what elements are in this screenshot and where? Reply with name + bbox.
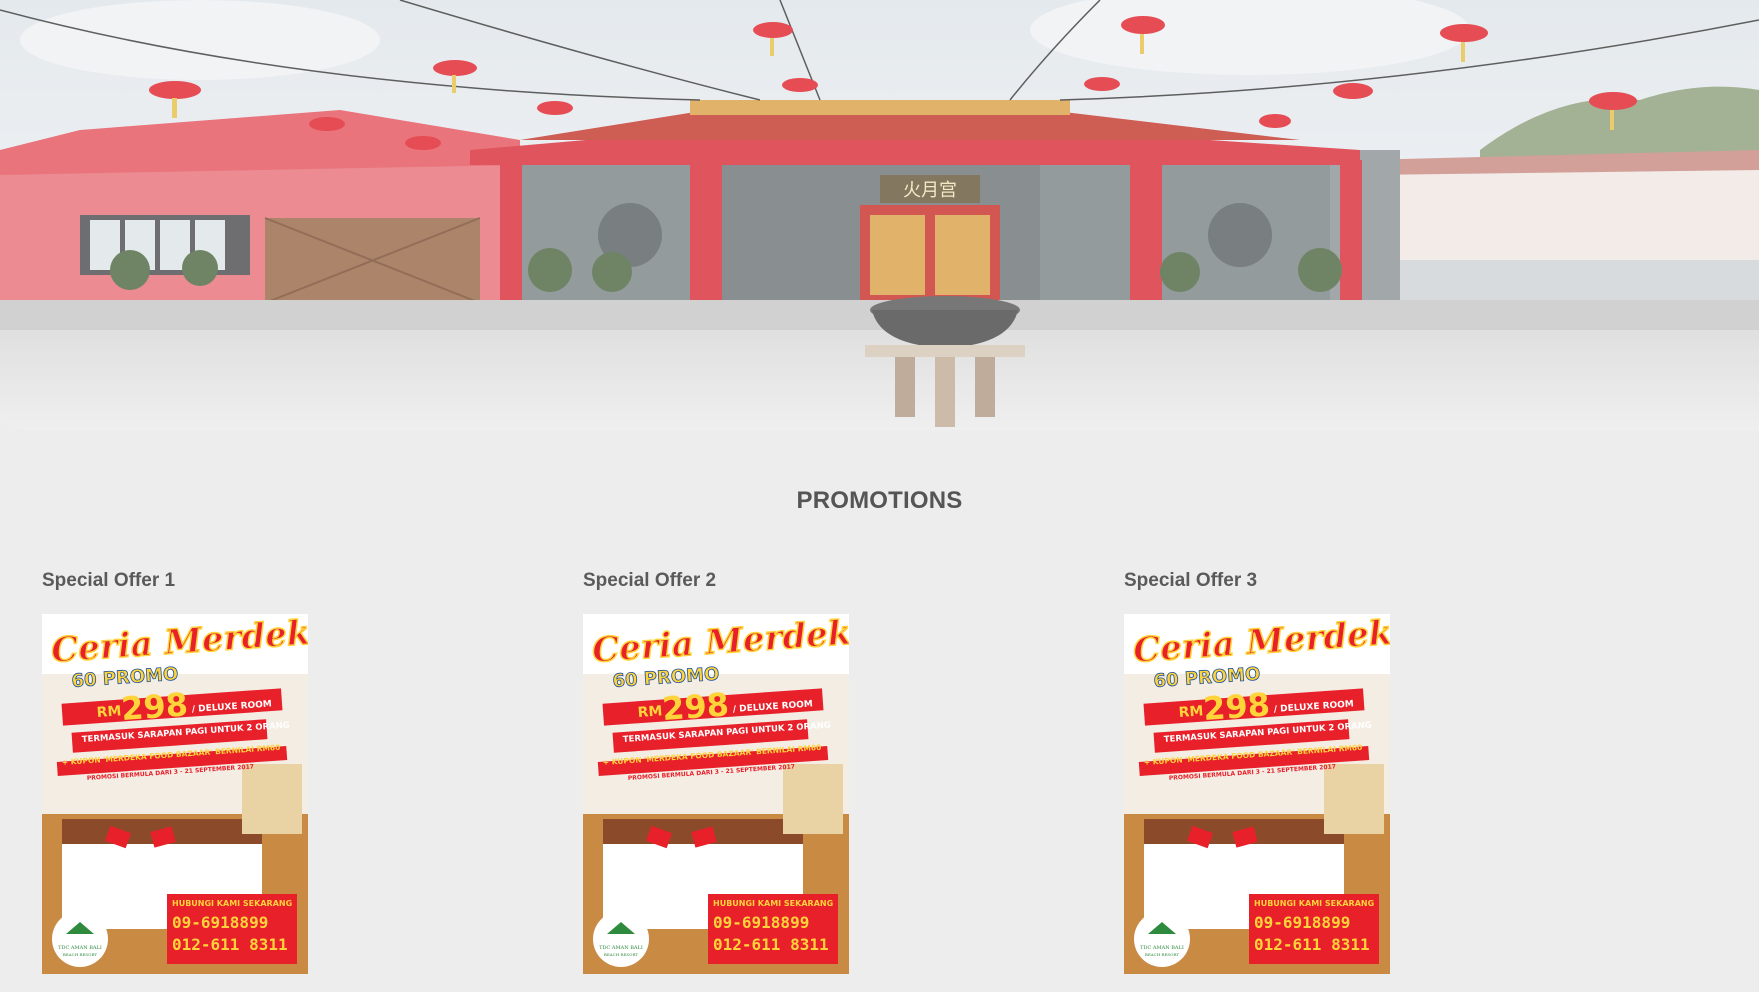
offer-poster-image: Ceria Merdeka 60 PROMO RM 298 / DELUXE R… (583, 614, 849, 974)
poster-logo-text: TDC AMAN BALI (1140, 945, 1184, 951)
promotions-heading: PROMOTIONS (796, 487, 963, 514)
poster-phone1: 09-6918899 (1254, 913, 1350, 932)
offer-poster-image: Ceria Merdeka 60 PROMO RM 298 / DELUXE R… (1124, 614, 1390, 974)
poster-contact-label: HUBUNGI KAMI SEKARANG (1254, 899, 1374, 908)
poster-currency: RM (637, 703, 663, 721)
poster-currency: RM (1178, 703, 1204, 721)
poster-phone2: 012-611 8311 (713, 935, 829, 954)
offer-poster-link-1[interactable]: Ceria Merdeka 60 PROMO RM 298 / DELUXE R… (42, 614, 312, 974)
offer-card-1: Special Offer 1 Ceria Merdeka 60 PROMO R… (42, 570, 312, 974)
poster-price: 298 (120, 685, 189, 728)
poster-logo-sub: BEACH RESORT (63, 952, 97, 957)
poster-price: 298 (661, 685, 730, 728)
poster-contact-label: HUBUNGI KAMI SEKARANG (172, 899, 292, 908)
poster-phone1: 09-6918899 (713, 913, 809, 932)
hero-banner-image: 火月宫 (0, 0, 1759, 430)
offer-poster-link-3[interactable]: Ceria Merdeka 60 PROMO RM 298 / DELUXE R… (1124, 614, 1394, 974)
offer-title: Special Offer 1 (42, 570, 176, 591)
poster-contact-label: HUBUNGI KAMI SEKARANG (713, 899, 833, 908)
promotions-section: PROMOTIONS Special Offer 1 Ceria Merdeka… (0, 430, 1759, 992)
poster-price: 298 (1202, 685, 1271, 728)
offer-title: Special Offer 2 (583, 570, 717, 591)
offer-poster-image: Ceria Merdeka 60 PROMO RM 298 / DELUXE R… (42, 614, 308, 974)
poster-logo-sub: BEACH RESORT (604, 952, 638, 957)
offer-title: Special Offer 3 (1124, 570, 1258, 591)
poster-logo-sub: BEACH RESORT (1145, 952, 1179, 957)
poster-logo-text: TDC AMAN BALI (58, 945, 102, 951)
offer-card-2: Special Offer 2 Ceria Merdeka 60 PROMO R… (583, 570, 853, 974)
poster-phone2: 012-611 8311 (172, 935, 288, 954)
poster-currency: RM (96, 703, 122, 721)
temple-photo: 火月宫 (0, 0, 1759, 430)
poster-phone2: 012-611 8311 (1254, 935, 1370, 954)
poster-logo-text: TDC AMAN BALI (599, 945, 643, 951)
poster-phone1: 09-6918899 (172, 913, 268, 932)
offer-card-3: Special Offer 3 Ceria Merdeka 60 PROMO R… (1124, 570, 1394, 974)
offer-poster-link-2[interactable]: Ceria Merdeka 60 PROMO RM 298 / DELUXE R… (583, 614, 853, 974)
